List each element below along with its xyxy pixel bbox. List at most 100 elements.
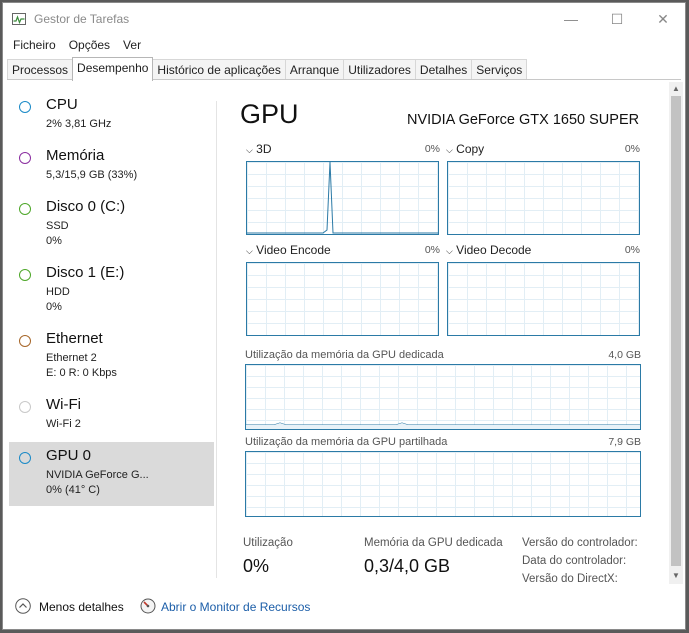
disk-indicator-icon (19, 203, 31, 215)
minimize-icon: — (564, 11, 578, 27)
tab-details[interactable]: Detalhes (414, 59, 473, 80)
sidebar-item-name: Wi-Fi (46, 396, 81, 413)
sidebar-divider (216, 101, 217, 578)
sidebar-item-detail: Ethernet 2 (46, 352, 97, 364)
graph-video-encode-title: Video Encode (256, 243, 331, 257)
tab-processes[interactable]: Processos (7, 59, 74, 80)
dedicated-memory-line (246, 422, 640, 429)
sidebar-item-wifi[interactable]: Wi-Fi Wi-Fi 2 (9, 391, 214, 442)
driver-date-label: Data do controlador: (522, 555, 627, 567)
maximize-button[interactable]: ☐ (594, 3, 640, 35)
close-button[interactable]: ✕ (640, 3, 685, 35)
chevron-down-icon: ⌵ (246, 145, 253, 155)
sidebar-item-usage: 0% (41° C) (46, 484, 100, 496)
memory-indicator-icon (19, 152, 31, 164)
window-title: Gestor de Tarefas (34, 12, 130, 26)
menu-options[interactable]: Opções (64, 36, 115, 56)
shared-memory-label: Utilização da memória da GPU partilhada (245, 436, 448, 448)
graph-shared-memory (245, 451, 641, 517)
graph-3d-title: 3D (256, 142, 272, 156)
chevron-down-icon: ⌵ (246, 246, 253, 256)
minimize-button[interactable]: — (548, 3, 594, 35)
graph-video-decode-value: 0% (624, 244, 640, 256)
sidebar-item-disk-1[interactable]: Disco 1 (E:) HDD 0% (9, 259, 214, 325)
ethernet-indicator-icon (19, 335, 31, 347)
graph-3d (246, 161, 439, 235)
sidebar-item-name: CPU (46, 96, 78, 113)
resource-monitor-icon (140, 598, 156, 614)
sidebar-item-usage: E: 0 R: 0 Kbps (46, 367, 117, 379)
graph-3d-line (247, 162, 438, 234)
menu-bar: Ficheiro Opções Ver (3, 36, 149, 56)
tab-strip: Processos Desempenho Histórico de aplica… (7, 57, 528, 81)
sidebar-item-usage: 0% (46, 235, 62, 247)
graph-copy-title: Copy (456, 142, 485, 156)
menu-view[interactable]: Ver (118, 36, 146, 56)
sidebar-item-gpu-0[interactable]: GPU 0 NVIDIA GeForce G... 0% (41° C) (9, 442, 214, 506)
sidebar-item-disk-0[interactable]: Disco 0 (C:) SSD 0% (9, 193, 214, 259)
menu-file[interactable]: Ficheiro (8, 36, 61, 56)
graph-video-decode-label[interactable]: ⌵ Video Decode (446, 243, 531, 257)
shared-memory-max: 7,9 GB (608, 436, 641, 448)
sidebar-item-detail: SSD (46, 220, 69, 232)
sidebar-item-detail: HDD (46, 286, 70, 298)
graph-video-decode-title: Video Decode (456, 243, 532, 257)
sidebar-item-usage: 0% (46, 301, 62, 313)
open-resource-monitor-link[interactable]: Abrir o Monitor de Recursos (161, 600, 310, 614)
footer-bar: Menos detalhes Abrir o Monitor de Recurs… (3, 593, 685, 625)
utilization-label: Utilização (243, 537, 293, 549)
wifi-indicator-icon (19, 401, 31, 413)
main-scrollbar[interactable]: ▲ ▼ (669, 82, 683, 584)
dedicated-memory-label: Utilização da memória da GPU dedicada (245, 349, 444, 361)
graph-video-encode (246, 262, 439, 336)
chevron-down-icon: ⌵ (446, 246, 453, 256)
gpu-indicator-icon (19, 452, 31, 464)
tab-users[interactable]: Utilizadores (343, 59, 416, 80)
sidebar-item-name: Ethernet (46, 330, 103, 347)
scroll-thumb[interactable] (671, 96, 681, 566)
page-title: GPU (240, 99, 299, 129)
tab-performance[interactable]: Desempenho (72, 57, 154, 81)
directx-version-label: Versão do DirectX: (522, 573, 618, 585)
graph-video-encode-value: 0% (424, 244, 440, 256)
tab-app-history[interactable]: Histórico de aplicações (152, 59, 286, 80)
performance-sidebar: CPU 2% 3,81 GHz Memória 5,3/15,9 GB (33%… (9, 91, 214, 506)
gpu-device-name: NVIDIA GeForce GTX 1650 SUPER (407, 112, 640, 128)
sidebar-item-name: Disco 1 (E:) (46, 264, 125, 281)
cpu-indicator-icon (19, 101, 31, 113)
maximize-icon: ☐ (610, 10, 624, 27)
graph-dedicated-memory (245, 364, 641, 430)
driver-version-label: Versão do controlador: (522, 537, 638, 549)
sidebar-item-name: Disco 0 (C:) (46, 198, 126, 215)
graph-copy-value: 0% (624, 143, 640, 155)
fewer-details-label: Menos detalhes (39, 600, 124, 614)
disk-indicator-icon (19, 269, 31, 281)
close-icon: ✕ (657, 10, 669, 27)
title-bar[interactable]: Gestor de Tarefas — ☐ ✕ (3, 3, 685, 35)
task-manager-window: Gestor de Tarefas — ☐ ✕ Ficheiro Opções … (2, 2, 686, 630)
graph-copy (447, 161, 640, 235)
graph-video-decode (447, 262, 640, 336)
tab-startup[interactable]: Arranque (284, 59, 345, 80)
sidebar-item-name: Memória (46, 147, 105, 164)
scroll-down-icon[interactable]: ▼ (669, 570, 683, 582)
sidebar-item-ethernet[interactable]: Ethernet Ethernet 2 E: 0 R: 0 Kbps (9, 325, 214, 391)
dedicated-gpu-memory-label: Memória da GPU dedicada (364, 537, 503, 549)
tab-services[interactable]: Serviços (471, 59, 528, 80)
sidebar-item-name: GPU 0 (46, 447, 92, 464)
utilization-value: 0% (243, 556, 270, 576)
graph-copy-label[interactable]: ⌵ Copy (446, 142, 484, 156)
chevron-down-icon: ⌵ (446, 145, 453, 155)
dedicated-memory-max: 4,0 GB (608, 349, 641, 361)
sidebar-item-detail: NVIDIA GeForce G... (46, 469, 149, 481)
dedicated-gpu-memory-value: 0,3/4,0 GB (364, 556, 451, 576)
chevron-up-circle-icon (15, 598, 31, 614)
graph-3d-label[interactable]: ⌵ 3D (246, 142, 272, 156)
graph-video-encode-label[interactable]: ⌵ Video Encode (246, 243, 331, 257)
sidebar-item-detail: 5,3/15,9 GB (33%) (46, 169, 138, 181)
task-manager-icon (12, 13, 26, 25)
sidebar-item-detail: Wi-Fi 2 (46, 418, 81, 430)
sidebar-item-detail: 2% 3,81 GHz (46, 118, 112, 130)
graph-3d-value: 0% (424, 143, 440, 155)
scroll-up-icon[interactable]: ▲ (669, 83, 683, 95)
